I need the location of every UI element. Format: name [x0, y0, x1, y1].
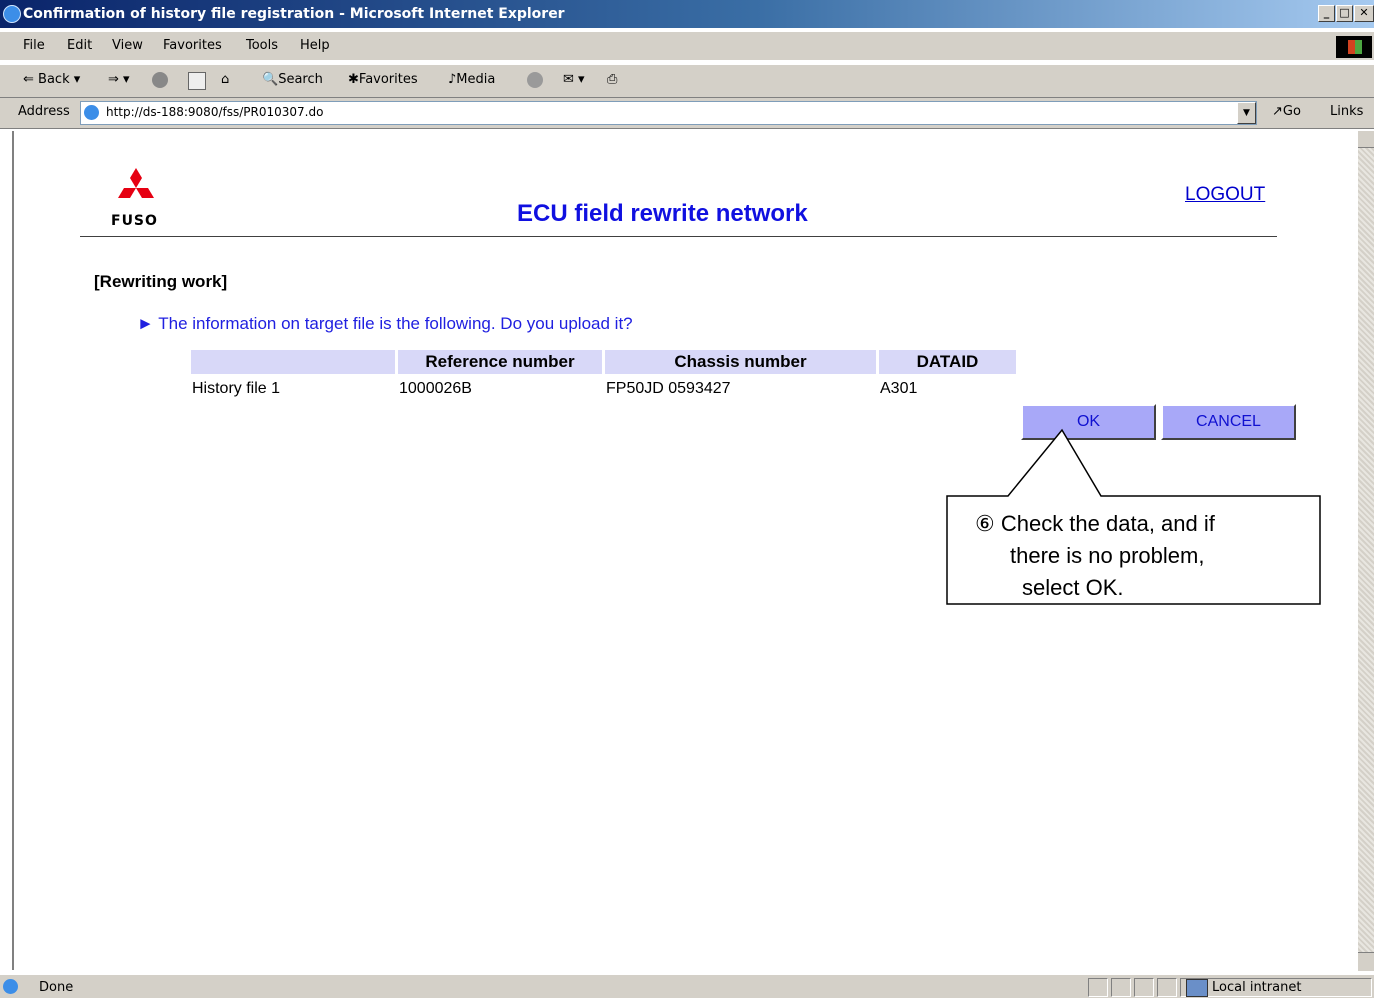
- mitsubishi-logo-icon: [118, 168, 154, 198]
- callout-line-2: there is no problem,: [1010, 543, 1205, 568]
- go-arrow-icon: ↗: [1272, 104, 1283, 119]
- favorites-icon: ✱: [348, 72, 359, 87]
- back-button[interactable]: ⇐ Back ▾: [23, 72, 80, 87]
- fuso-logo-text: FUSO: [111, 213, 158, 229]
- table-cell-reference: 1000026B: [399, 380, 472, 397]
- address-url: http://ds-188:9080/fss/PR010307.do: [106, 105, 324, 119]
- history-button[interactable]: [527, 72, 546, 88]
- status-pane: [1111, 978, 1131, 997]
- status-pane: [1134, 978, 1154, 997]
- search-label: Search: [278, 72, 323, 87]
- scroll-down-button[interactable]: [1358, 952, 1374, 971]
- scroll-up-button[interactable]: [1358, 131, 1374, 148]
- title-bar: Confirmation of history file registratio…: [0, 0, 1374, 28]
- done-icon: [3, 979, 18, 994]
- callout-line-3: select OK.: [1022, 575, 1124, 600]
- page-title: ECU field rewrite network: [517, 200, 808, 227]
- status-pane: [1157, 978, 1177, 997]
- menu-help[interactable]: Help: [300, 38, 330, 53]
- search-icon: 🔍: [262, 72, 279, 87]
- header-divider: [80, 236, 1277, 237]
- vertical-scrollbar[interactable]: [1358, 131, 1374, 970]
- table-header-dataid: DATAID: [879, 350, 1016, 374]
- minimize-button[interactable]: _: [1318, 5, 1335, 22]
- favorites-button[interactable]: ✱Favorites: [348, 72, 418, 87]
- ie-logo-icon: [3, 5, 21, 23]
- menu-favorites[interactable]: Favorites: [163, 38, 222, 53]
- status-bar: Done Local intranet: [0, 974, 1374, 998]
- table-header-chassis: Chassis number: [605, 350, 876, 374]
- address-dropdown-button[interactable]: ▼: [1237, 102, 1256, 124]
- upload-prompt: ► The information on target file is the …: [137, 314, 633, 333]
- menu-bar: File Edit View Favorites Tools Help: [0, 32, 1374, 60]
- home-icon: ⌂: [221, 72, 230, 87]
- maximize-button[interactable]: □: [1336, 5, 1353, 22]
- back-label: Back: [38, 72, 70, 87]
- stop-button[interactable]: [152, 72, 171, 88]
- media-button[interactable]: ♪Media: [448, 72, 495, 87]
- go-button[interactable]: ↗Go: [1272, 104, 1301, 119]
- cancel-button[interactable]: CANCEL: [1161, 404, 1296, 440]
- refresh-icon: [188, 72, 206, 90]
- favorites-label: Favorites: [358, 72, 418, 87]
- media-label: Media: [456, 72, 496, 87]
- toolbar: ⇐ Back ▾ ⇒ ▾ ⌂ 🔍Search ✱Favorites ♪Media…: [0, 64, 1374, 98]
- address-input[interactable]: http://ds-188:9080/fss/PR010307.do: [80, 101, 1257, 125]
- mail-button[interactable]: ✉ ▾: [563, 72, 585, 87]
- page-icon: [84, 105, 99, 120]
- forward-arrow-icon: ⇒: [108, 72, 119, 87]
- table-cell-chassis: FP50JD 0593427: [606, 380, 731, 397]
- home-button[interactable]: ⌂: [221, 72, 229, 87]
- menu-view[interactable]: View: [112, 38, 143, 53]
- table-header-reference: Reference number: [398, 350, 602, 374]
- menu-file[interactable]: File: [23, 38, 45, 53]
- table-cell-dataid: A301: [880, 380, 918, 397]
- search-button[interactable]: 🔍Search: [262, 72, 323, 87]
- logout-link[interactable]: LOGOUT: [1185, 184, 1265, 206]
- zone-text: Local intranet: [1212, 980, 1302, 995]
- table-cell-file: History file 1: [192, 380, 281, 397]
- menu-edit[interactable]: Edit: [67, 38, 92, 53]
- close-button[interactable]: ✕: [1354, 5, 1374, 22]
- refresh-button[interactable]: [188, 72, 209, 90]
- status-pane: [1088, 978, 1108, 997]
- forward-button[interactable]: ⇒ ▾: [108, 72, 130, 87]
- ok-button[interactable]: OK: [1021, 404, 1156, 440]
- window-title: Confirmation of history file registratio…: [23, 6, 565, 22]
- section-title: [Rewriting work]: [94, 272, 228, 291]
- address-label: Address: [18, 104, 70, 119]
- back-arrow-icon: ⇐: [23, 72, 34, 87]
- print-icon: ⎙: [607, 72, 618, 87]
- address-bar: Address http://ds-188:9080/fss/PR010307.…: [0, 98, 1374, 129]
- print-button[interactable]: ⎙: [607, 72, 617, 87]
- menu-tools[interactable]: Tools: [246, 38, 278, 53]
- stop-icon: [152, 72, 168, 88]
- links-button[interactable]: Links: [1330, 104, 1363, 119]
- go-label: Go: [1282, 104, 1301, 119]
- history-icon: [527, 72, 543, 88]
- intranet-zone-icon: [1186, 979, 1208, 997]
- callout-line-1: ⑥ Check the data, and if: [975, 511, 1215, 536]
- table-header-blank: [191, 350, 395, 374]
- callout-text: ⑥ Check the data, and if there is no pro…: [970, 508, 1300, 604]
- status-text: Done: [39, 980, 74, 995]
- mail-icon: ✉: [563, 72, 574, 87]
- windows-logo-icon: [1336, 36, 1372, 58]
